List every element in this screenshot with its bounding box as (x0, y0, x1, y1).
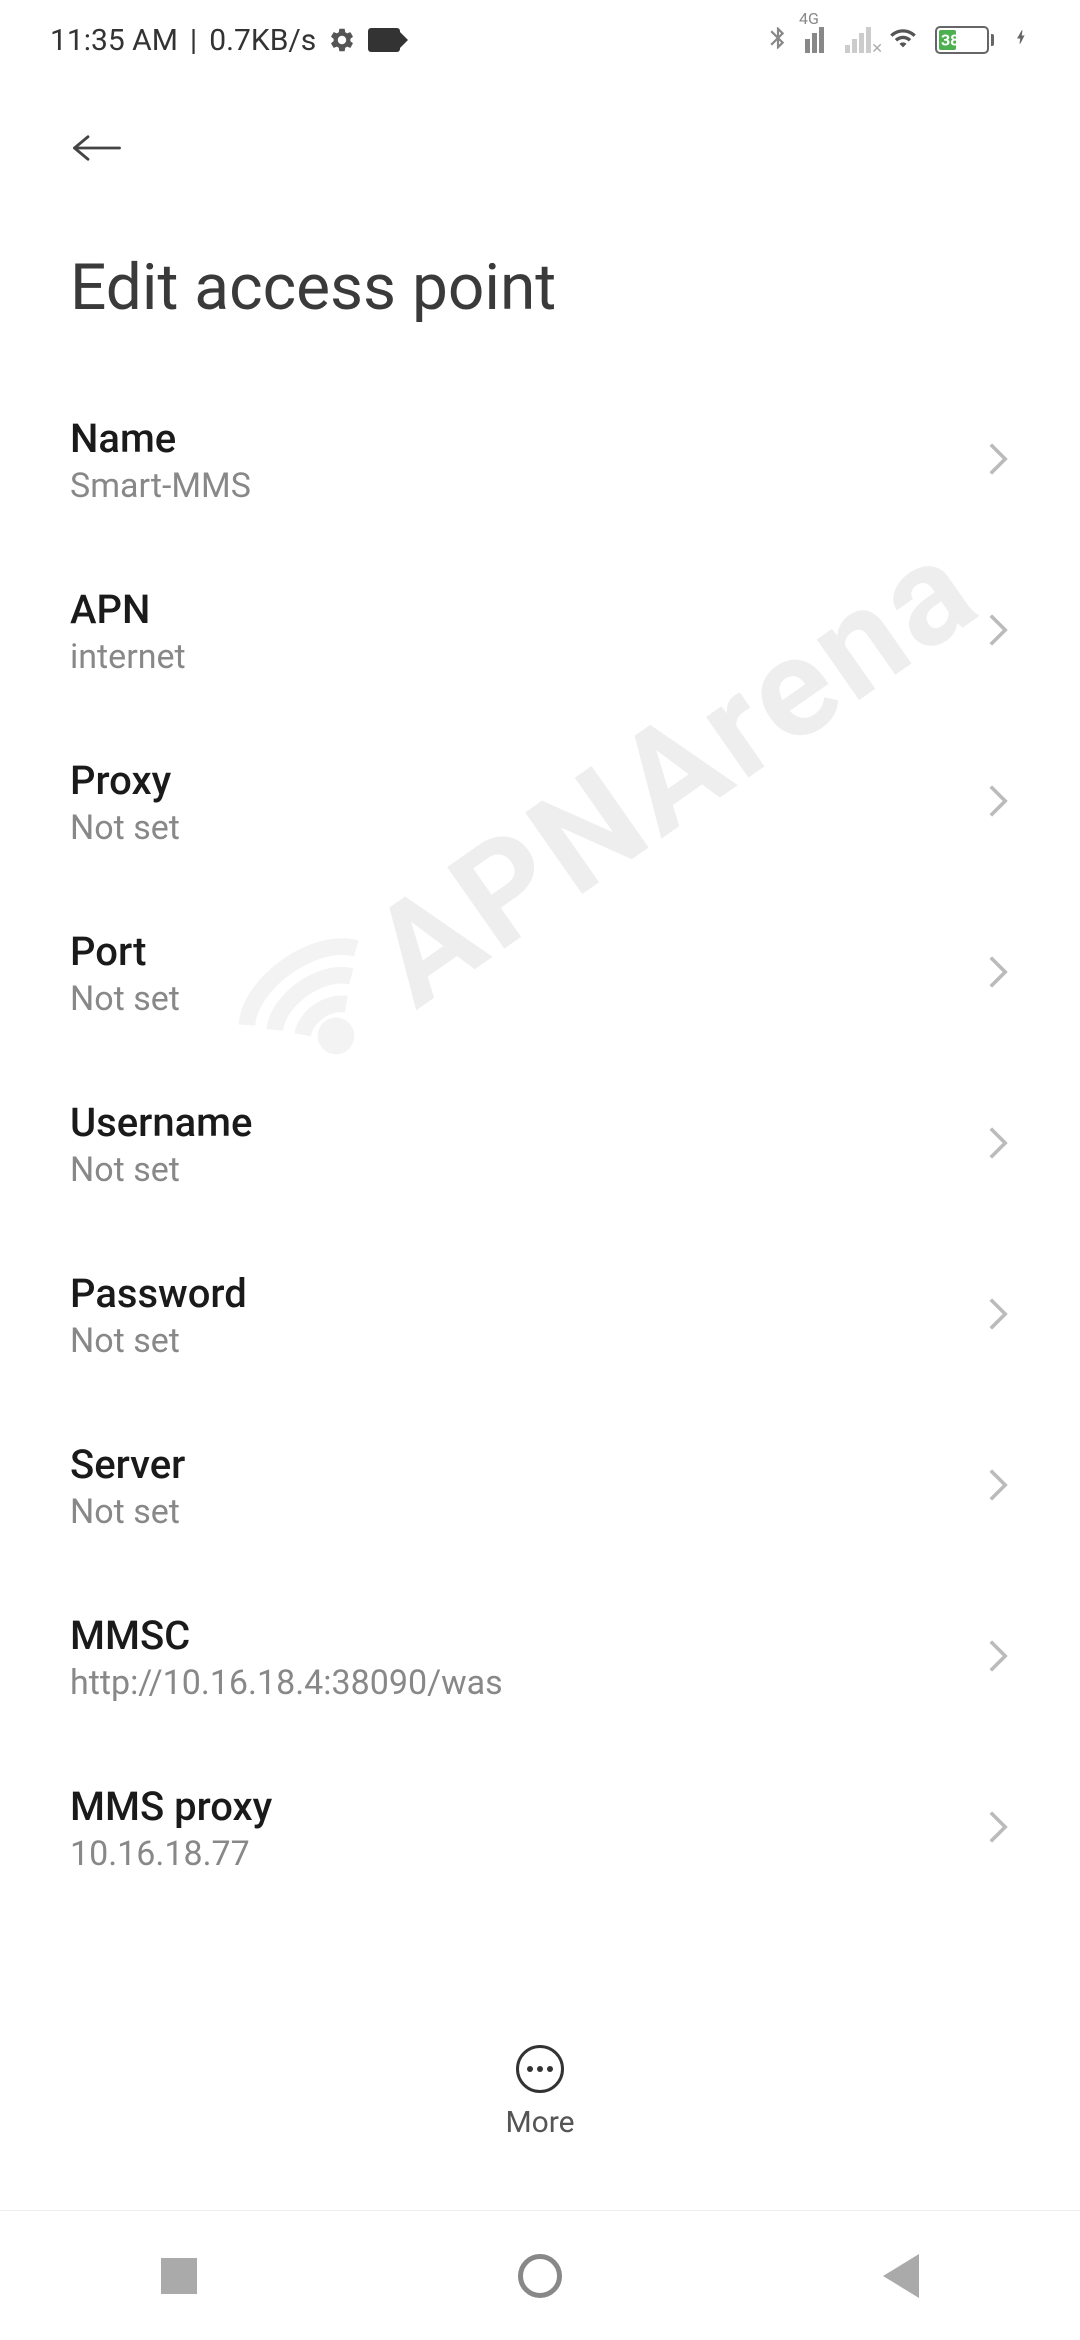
status-right: 4G ✕ 38 (765, 21, 1030, 59)
nav-home-button[interactable] (518, 2254, 562, 2298)
signal-4g-badge: 4G (799, 9, 819, 28)
setting-value: internet (70, 637, 186, 677)
battery-icon: 38 (935, 26, 994, 54)
setting-value: Not set (70, 808, 180, 848)
chevron-right-icon (986, 441, 1010, 481)
more-icon (516, 2045, 564, 2093)
setting-row-password[interactable]: Password Not set (70, 1230, 1010, 1401)
setting-label: MMSC (70, 1612, 503, 1659)
setting-label: Username (70, 1099, 252, 1146)
setting-value: Not set (70, 1321, 247, 1361)
chevron-right-icon (986, 1467, 1010, 1507)
chevron-right-icon (986, 954, 1010, 994)
setting-row-proxy[interactable]: Proxy Not set (70, 717, 1010, 888)
status-left: 11:35 AM | 0.7KB/s (50, 23, 400, 58)
chevron-right-icon (986, 1638, 1010, 1678)
chevron-right-icon (986, 1809, 1010, 1849)
status-time: 11:35 AM (50, 23, 178, 58)
setting-value: Not set (70, 1150, 252, 1190)
more-button[interactable]: More (0, 2045, 1080, 2140)
chevron-right-icon (986, 612, 1010, 652)
battery-percent: 38 (941, 31, 959, 50)
settings-list: Name Smart-MMS APN internet Proxy Not se… (0, 375, 1080, 1914)
setting-row-port[interactable]: Port Not set (70, 888, 1010, 1059)
wifi-icon (885, 24, 921, 56)
signal-no-sim-icon: ✕ (845, 27, 871, 53)
video-icon (368, 28, 400, 52)
setting-row-mms-proxy[interactable]: MMS proxy 10.16.18.77 (70, 1743, 1010, 1914)
charging-icon (1012, 23, 1030, 57)
bluetooth-icon (765, 21, 791, 59)
page-title: Edit access point (70, 250, 1010, 325)
gear-icon (328, 26, 356, 54)
nav-back-button[interactable] (883, 2254, 919, 2298)
header: Edit access point (0, 80, 1080, 375)
setting-row-name[interactable]: Name Smart-MMS (70, 375, 1010, 546)
setting-label: Server (70, 1441, 185, 1488)
more-label: More (505, 2105, 574, 2140)
setting-label: APN (70, 586, 186, 633)
setting-value: Not set (70, 1492, 185, 1532)
setting-label: MMS proxy (70, 1783, 272, 1830)
nav-recent-button[interactable] (161, 2258, 197, 2294)
signal-4g-icon: 4G (805, 27, 831, 53)
status-separator: | (190, 23, 197, 58)
setting-value: http://10.16.18.4:38090/was (70, 1663, 503, 1703)
setting-label: Port (70, 928, 180, 975)
setting-label: Password (70, 1270, 247, 1317)
back-button[interactable] (70, 110, 1010, 190)
status-bar: 11:35 AM | 0.7KB/s 4G ✕ (0, 0, 1080, 80)
navigation-bar (0, 2210, 1080, 2340)
setting-value: Not set (70, 979, 180, 1019)
setting-row-username[interactable]: Username Not set (70, 1059, 1010, 1230)
setting-label: Name (70, 415, 251, 462)
status-speed: 0.7KB/s (209, 23, 316, 58)
setting-row-apn[interactable]: APN internet (70, 546, 1010, 717)
setting-label: Proxy (70, 757, 180, 804)
chevron-right-icon (986, 1296, 1010, 1336)
setting-row-mmsc[interactable]: MMSC http://10.16.18.4:38090/was (70, 1572, 1010, 1743)
chevron-right-icon (986, 1125, 1010, 1165)
setting-value: 10.16.18.77 (70, 1834, 272, 1874)
setting-row-server[interactable]: Server Not set (70, 1401, 1010, 1572)
chevron-right-icon (986, 783, 1010, 823)
setting-value: Smart-MMS (70, 466, 251, 506)
